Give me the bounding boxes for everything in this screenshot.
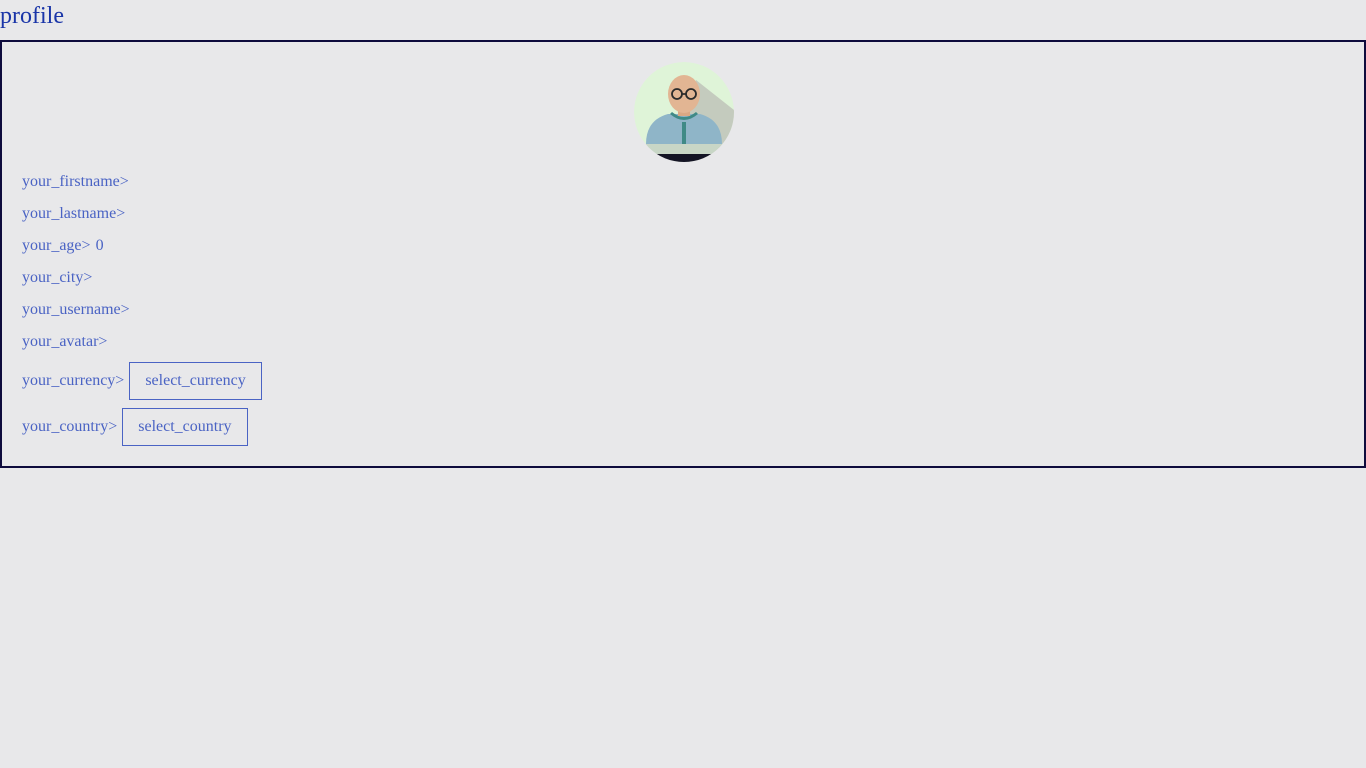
- profile-card: your_firstname> your_lastname> your_age>…: [0, 40, 1366, 468]
- currency-row: your_currency> select_currency: [22, 362, 262, 400]
- avatar-label: your_avatar>: [22, 333, 108, 350]
- lastname-label: your_lastname>: [22, 205, 126, 222]
- firstname-label: your_firstname>: [22, 173, 129, 190]
- country-label: your_country>: [22, 418, 118, 435]
- firstname-row: your_firstname>: [22, 170, 129, 194]
- select-currency-button[interactable]: select_currency: [129, 362, 262, 400]
- username-row: your_username>: [22, 298, 130, 322]
- city-label: your_city>: [22, 269, 93, 286]
- select-country-button[interactable]: select_country: [122, 408, 248, 446]
- currency-label: your_currency>: [22, 372, 125, 389]
- city-row: your_city>: [22, 266, 92, 290]
- person-with-glasses-avatar-icon: [634, 62, 734, 162]
- profile-avatar: [634, 62, 734, 162]
- country-row: your_country> select_country: [22, 408, 248, 446]
- avatar-row: your_avatar>: [22, 330, 107, 354]
- username-label: your_username>: [22, 301, 130, 318]
- age-label: your_age>: [22, 237, 91, 254]
- age-value: 0: [95, 237, 104, 254]
- page-title: profile: [0, 3, 64, 29]
- age-row: your_age> 0: [22, 234, 104, 258]
- lastname-row: your_lastname>: [22, 202, 125, 226]
